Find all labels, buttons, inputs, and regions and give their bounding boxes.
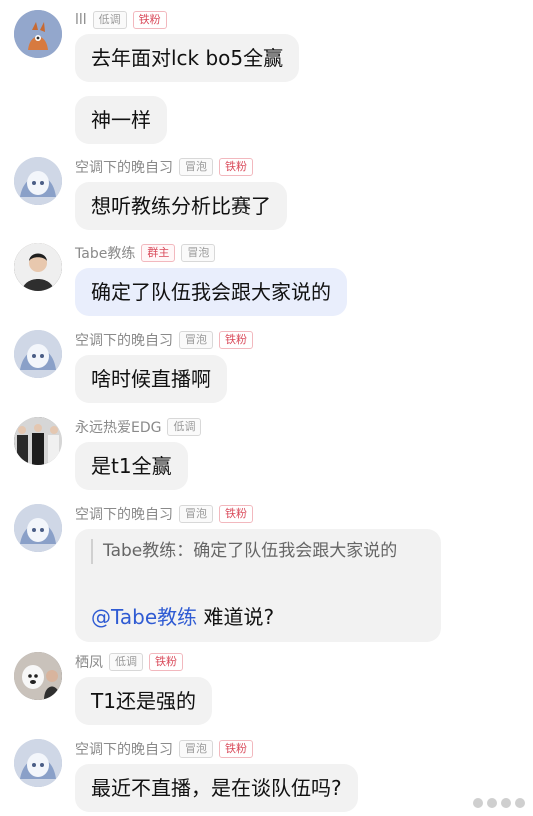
message-meta: lll 低调 铁粉 — [75, 10, 167, 30]
watermark-logo — [473, 798, 525, 808]
mention-link[interactable]: @Tabe教练 — [91, 605, 197, 629]
fan-badge: 铁粉 — [132, 11, 167, 29]
sender-name[interactable]: 空调下的晚自习 — [75, 330, 173, 350]
sender-name[interactable]: Tabe教练 — [75, 243, 135, 263]
message-bubble[interactable]: T1还是强的 — [75, 677, 212, 725]
sender-name[interactable]: 空调下的晚自习 — [75, 504, 173, 524]
watermark-dot — [487, 798, 497, 808]
rank-badge: 冒泡 — [179, 331, 213, 349]
anime-avatar[interactable] — [14, 504, 62, 552]
anime-avatar[interactable] — [14, 739, 62, 787]
rank-badge: 低调 — [167, 418, 202, 436]
message-meta: 永远热爱EDG 低调 — [75, 417, 202, 437]
message-meta: 空调下的晚自习 冒泡 铁粉 — [75, 739, 253, 759]
group-photo-avatar[interactable] — [14, 417, 62, 465]
owner-badge: 群主 — [141, 244, 176, 262]
fan-badge: 铁粉 — [219, 740, 253, 758]
anime-avatar[interactable] — [14, 330, 62, 378]
reply-message: 难道说? — [203, 605, 275, 629]
rank-badge: 低调 — [109, 653, 143, 671]
man-avatar[interactable] — [14, 243, 62, 291]
message-bubble[interactable]: 去年面对lck bo5全赢 — [75, 34, 300, 82]
message-meta: Tabe教练 群主 冒泡 — [75, 243, 216, 263]
rank-badge: 冒泡 — [179, 158, 213, 176]
sender-name[interactable]: 空调下的晚自习 — [75, 739, 173, 759]
fox-avatar[interactable] — [14, 10, 62, 58]
sender-name[interactable]: 栖凤 — [75, 652, 103, 672]
quoted-message[interactable]: Tabe教练：确定了队伍我会跟大家说的 — [91, 539, 437, 564]
message-bubble[interactable]: 是t1全赢 — [75, 442, 188, 490]
watermark-dot — [473, 798, 483, 808]
message-bubble[interactable]: 神一样 — [75, 96, 167, 144]
rank-badge: 低调 — [92, 11, 127, 29]
rank-badge: 冒泡 — [181, 244, 216, 262]
message-bubble[interactable]: 最近不直播，是在谈队伍吗? — [75, 764, 358, 812]
dog-avatar[interactable] — [14, 652, 62, 700]
reply-text: @Tabe教练 难道说? — [91, 603, 274, 631]
message-bubble[interactable]: 啥时候直播啊 — [75, 355, 227, 403]
message-meta: 空调下的晚自习 冒泡 铁粉 — [75, 330, 253, 350]
sender-name[interactable]: 永远热爱EDG — [75, 417, 161, 437]
rank-badge: 冒泡 — [179, 740, 213, 758]
watermark-dot — [515, 798, 525, 808]
message-meta: 空调下的晚自习 冒泡 铁粉 — [75, 157, 253, 177]
rank-badge: 冒泡 — [179, 505, 213, 523]
message-meta: 栖凤 低调 铁粉 — [75, 652, 183, 672]
fan-badge: 铁粉 — [219, 331, 253, 349]
message-bubble[interactable]: 想听教练分析比赛了 — [75, 182, 287, 230]
anime-avatar[interactable] — [14, 157, 62, 205]
message-bubble[interactable]: 确定了队伍我会跟大家说的 — [75, 268, 347, 316]
fan-badge: 铁粉 — [149, 653, 183, 671]
fan-badge: 铁粉 — [219, 505, 253, 523]
quote-reply-bubble[interactable]: Tabe教练：确定了队伍我会跟大家说的 @Tabe教练 难道说? — [75, 529, 441, 642]
watermark-dot — [501, 798, 511, 808]
sender-name[interactable]: lll — [75, 12, 87, 28]
fan-badge: 铁粉 — [219, 158, 253, 176]
message-meta: 空调下的晚自习 冒泡 铁粉 — [75, 504, 253, 524]
sender-name[interactable]: 空调下的晚自习 — [75, 157, 173, 177]
